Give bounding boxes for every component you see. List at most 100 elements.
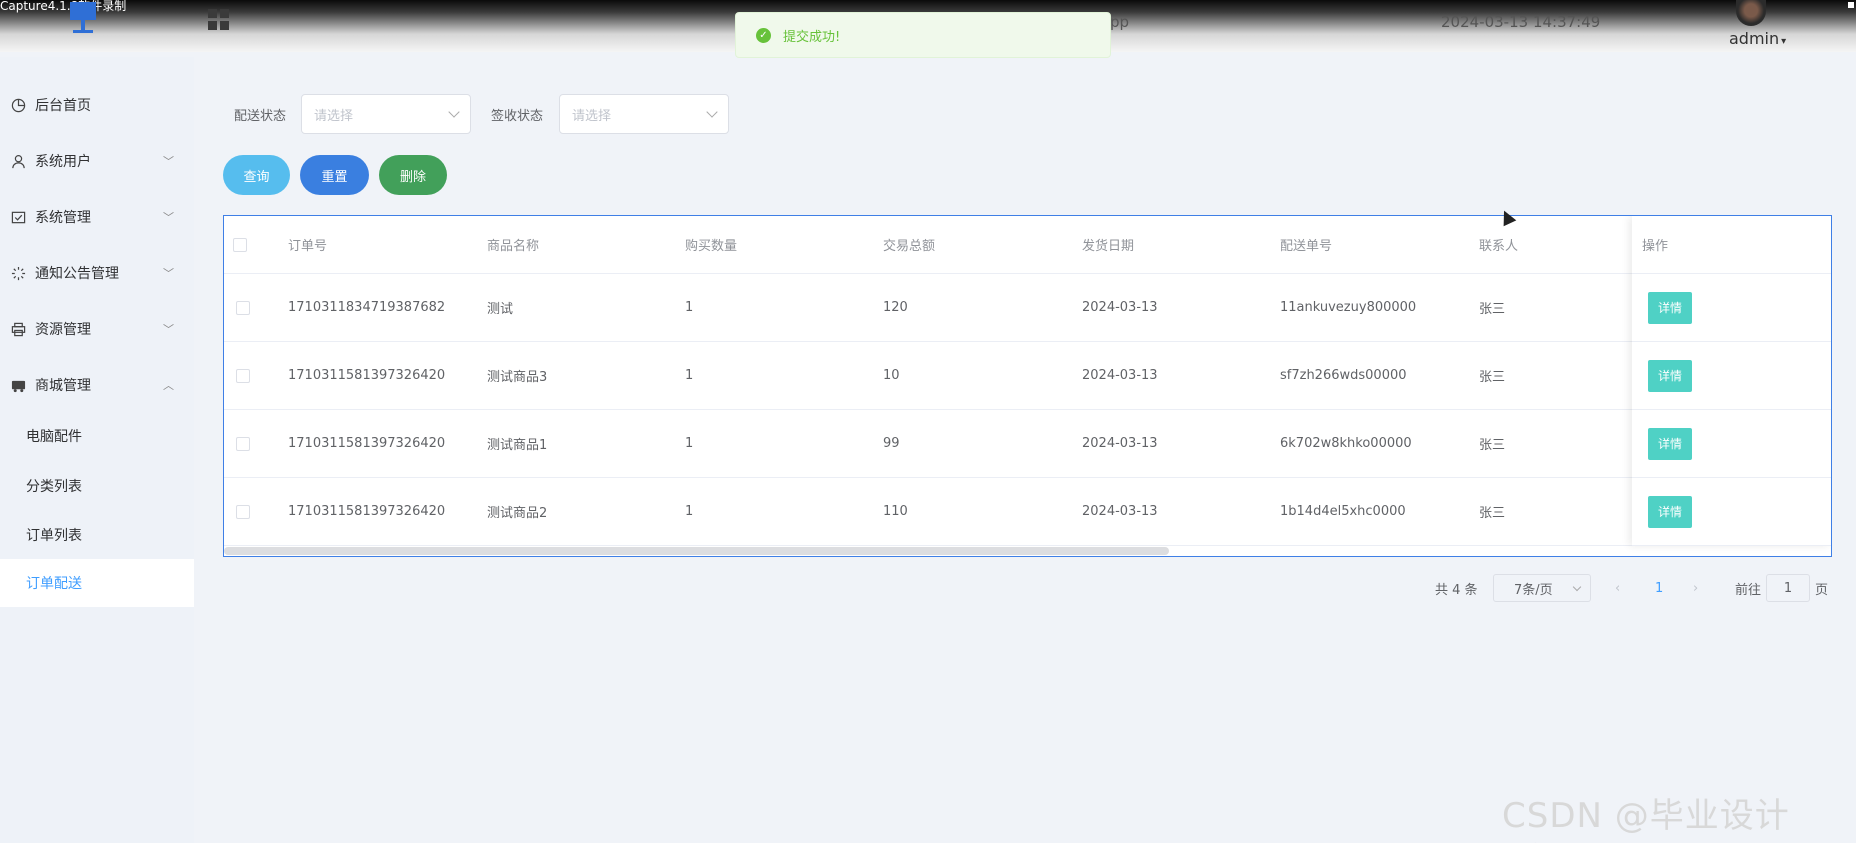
horizontal-scrollbar[interactable]	[224, 547, 1169, 555]
chevron-down-icon: ﹀	[163, 155, 174, 168]
page-size-value: 7条/页	[1514, 582, 1553, 598]
cell-order-no: 1710311581397326420	[288, 504, 446, 519]
sidebar-subitem-pc-parts[interactable]: 电脑配件	[0, 412, 194, 460]
cell-product-name: 测试商品2	[487, 506, 548, 521]
cell-delivery-no: 1b14d4el5xhc0000	[1280, 504, 1406, 519]
table-row: 1710311581397326420 测试商品1 1 99 2024-03-1…	[224, 410, 1831, 478]
cell-product-name: 测试商品3	[487, 370, 548, 385]
row-checkbox[interactable]	[236, 300, 250, 315]
sign-status-select[interactable]: 请选择	[559, 94, 729, 134]
table-row: 1710311834719387682 测试 1 120 2024-03-13 …	[224, 274, 1831, 342]
sidebar-subitem-orders[interactable]: 订单列表	[0, 511, 194, 559]
app-title-fragment: pp	[1110, 13, 1130, 31]
monitor-logo-icon	[70, 2, 96, 33]
select-placeholder: 请选择	[314, 108, 354, 124]
header-quantity[interactable]: 购买数量	[685, 216, 737, 273]
header-datetime: 2024-03-13 14:37:49	[1441, 13, 1601, 31]
row-checkbox-cell	[236, 342, 250, 409]
checkbox-icon	[10, 209, 26, 225]
cell-contact: 张三	[1479, 302, 1506, 317]
success-toast: ✓ 提交成功!	[735, 12, 1111, 58]
detail-button[interactable]: 详情	[1648, 291, 1692, 324]
cell-ship-date: 2024-03-13	[1082, 436, 1158, 451]
sidebar-item-label: 后台首页	[35, 98, 91, 114]
sidebar-subitem-order-delivery[interactable]: 订单配送	[0, 559, 194, 607]
cell-delivery-no: 6k702w8khko00000	[1280, 436, 1412, 451]
toast-message: 提交成功!	[783, 29, 841, 45]
user-menu[interactable]: admin ▾	[1729, 29, 1786, 48]
header-total[interactable]: 交易总额	[883, 216, 935, 273]
sidebar-item-notices[interactable]: 通知公告管理 ﹀	[0, 249, 194, 297]
user-icon	[10, 153, 26, 169]
cell-contact: 张三	[1479, 506, 1506, 521]
sidebar-item-system-management[interactable]: 系统管理 ﹀	[0, 193, 194, 241]
actions-column: 操作 详情 详情 详情 详情	[1632, 216, 1831, 546]
chevron-down-icon: ﹀	[163, 323, 174, 336]
sidebar-item-label: 资源管理	[35, 322, 91, 338]
actions-cell: 详情	[1632, 478, 1831, 546]
detail-button[interactable]: 详情	[1648, 427, 1692, 460]
cell-ship-date: 2024-03-13	[1082, 368, 1158, 383]
page-size-select[interactable]: 7条/页	[1493, 574, 1591, 602]
header-product-name[interactable]: 商品名称	[487, 216, 539, 273]
cell-quantity: 1	[685, 368, 694, 383]
delivery-status-select[interactable]: 请选择	[301, 94, 471, 134]
row-checkbox[interactable]	[236, 436, 250, 451]
cell-total: 99	[883, 436, 900, 451]
cell-delivery-no: 11ankuvezuy800000	[1280, 300, 1417, 315]
cell-quantity: 1	[685, 300, 694, 315]
page-unit-label: 页	[1815, 582, 1829, 598]
goto-label: 前往	[1735, 582, 1762, 598]
actions-cell: 详情	[1632, 410, 1831, 478]
query-button[interactable]: 查询	[223, 155, 290, 195]
header-actions: 操作	[1632, 216, 1831, 274]
cell-total: 10	[883, 368, 900, 383]
cell-ship-date: 2024-03-13	[1082, 504, 1158, 519]
avatar[interactable]	[1736, 0, 1766, 26]
truck-icon	[10, 377, 26, 393]
actions-cell: 详情	[1632, 342, 1831, 410]
sidebar-item-resources[interactable]: 资源管理 ﹀	[0, 305, 194, 353]
cell-order-no: 1710311581397326420	[288, 368, 446, 383]
row-checkbox[interactable]	[236, 504, 250, 519]
detail-button[interactable]: 详情	[1648, 495, 1692, 528]
table-row: 1710311581397326420 测试商品2 1 110 2024-03-…	[224, 478, 1831, 546]
header-delivery-no[interactable]: 配送单号	[1280, 216, 1332, 273]
row-checkbox-cell	[236, 274, 250, 341]
sidebar-item-label: 系统用户	[35, 154, 91, 170]
select-placeholder: 请选择	[572, 108, 612, 124]
select-all-checkbox[interactable]	[233, 237, 247, 252]
cell-quantity: 1	[685, 436, 694, 451]
sidebar-item-mall[interactable]: 商城管理 ︿	[0, 361, 194, 409]
sidebar-item-system-users[interactable]: 系统用户 ﹀	[0, 137, 194, 185]
watermark: CSDN @毕业设计703	[1502, 796, 1790, 843]
reset-button[interactable]: 重置	[300, 155, 369, 195]
cell-contact: 张三	[1479, 438, 1506, 453]
page-number-current[interactable]: 1	[1655, 573, 1663, 603]
header-contact[interactable]: 联系人	[1479, 216, 1518, 273]
clock-icon	[10, 97, 26, 113]
user-name: admin	[1729, 29, 1780, 48]
header-order-no[interactable]: 订单号	[288, 216, 327, 273]
recorder-title: Capture4.1.8软件录制	[0, 0, 127, 13]
cell-total: 110	[883, 504, 908, 519]
sidebar-item-label: 系统管理	[35, 210, 91, 226]
chevron-down-icon: ﹀	[163, 211, 174, 224]
next-page-icon[interactable]: ›	[1693, 573, 1698, 603]
cell-total: 120	[883, 300, 908, 315]
header-ship-date[interactable]: 发货日期	[1082, 216, 1134, 273]
delete-button[interactable]: 删除	[379, 155, 447, 195]
sidebar-subitem-categories[interactable]: 分类列表	[0, 462, 194, 510]
sidebar: 后台首页 系统用户 ﹀ 系统管理 ﹀ 通知公告管理 ﹀ 资源管理 ﹀ 商城管理 …	[0, 57, 194, 843]
check-circle-icon: ✓	[756, 27, 771, 43]
row-checkbox[interactable]	[236, 368, 250, 383]
cell-contact: 张三	[1479, 370, 1506, 385]
goto-page-input[interactable]: 1	[1766, 574, 1810, 602]
chevron-down-icon: ﹀	[163, 267, 174, 280]
recorder-corner-icon	[1848, 2, 1854, 8]
detail-button[interactable]: 详情	[1648, 359, 1692, 392]
menu-grid-icon[interactable]	[208, 9, 230, 31]
prev-page-icon[interactable]: ‹	[1615, 573, 1620, 603]
sign-status-label: 签收状态	[491, 109, 544, 124]
sidebar-item-home[interactable]: 后台首页	[0, 81, 194, 129]
